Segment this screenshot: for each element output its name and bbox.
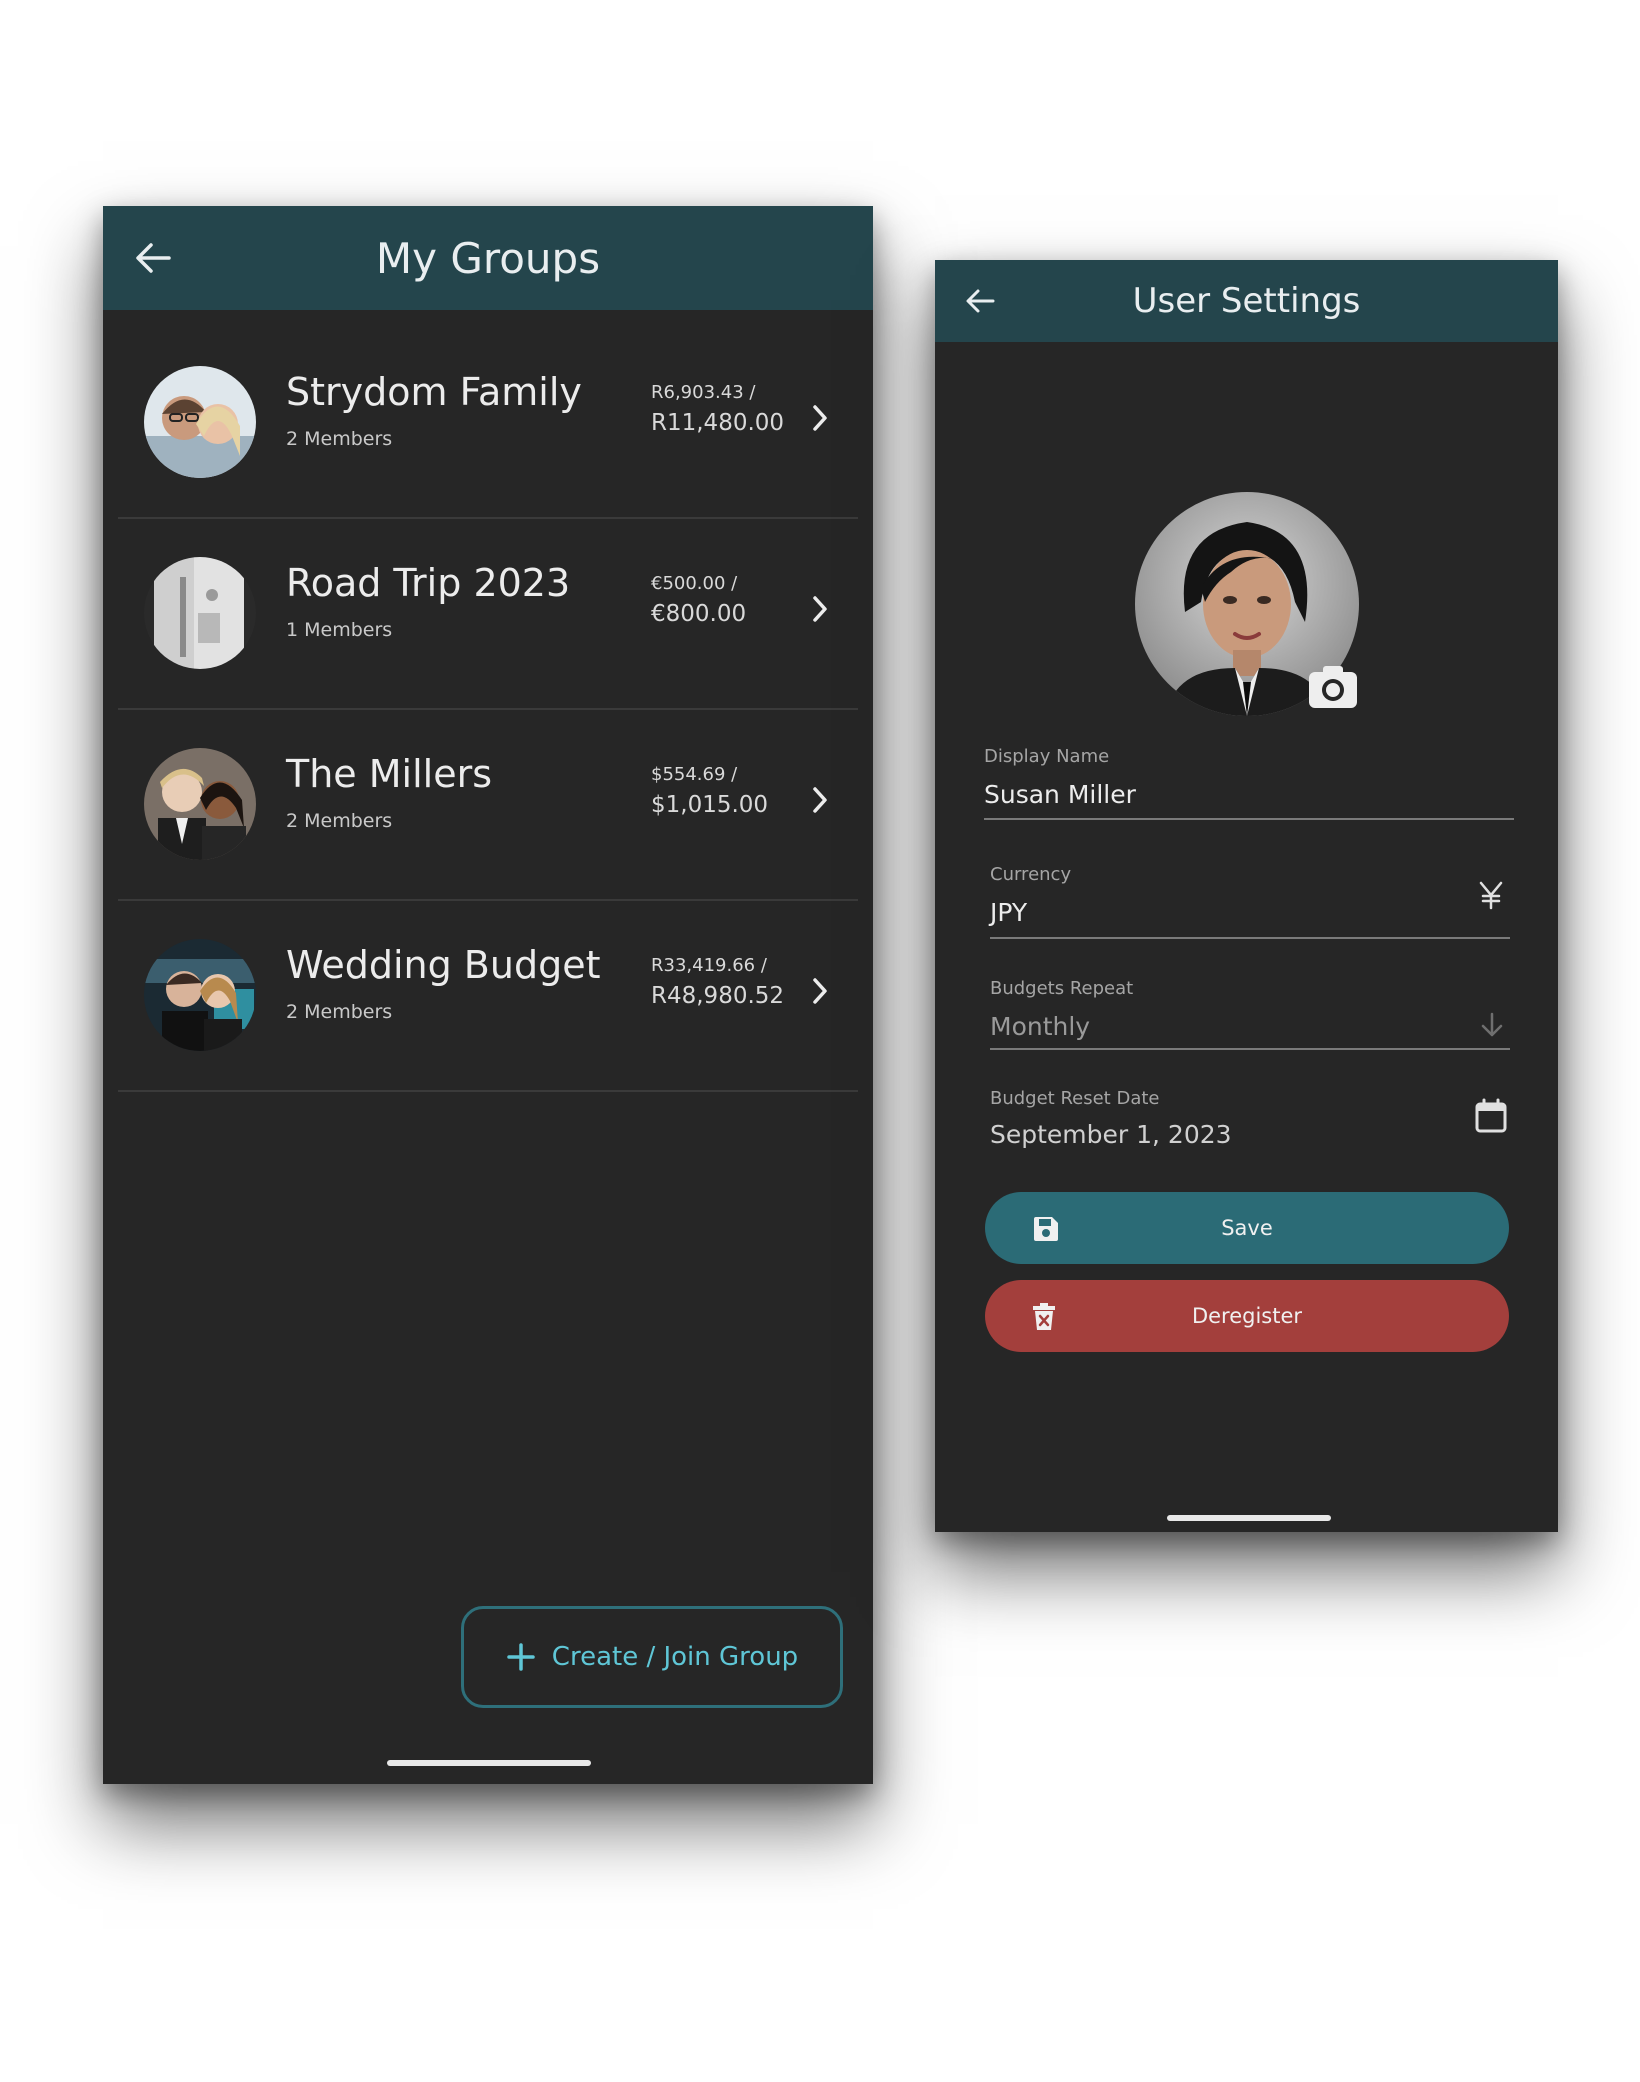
budgets-repeat-label: Budgets Repeat — [990, 978, 1134, 999]
group-budget-total: €800.00 — [651, 601, 747, 627]
deregister-button[interactable]: Deregister — [985, 1280, 1509, 1352]
back-arrow-icon[interactable] — [965, 288, 995, 314]
groups-top-bar: My Groups — [103, 206, 873, 310]
back-arrow-icon[interactable] — [135, 242, 171, 274]
budget-reset-date-field[interactable]: September 1, 2023 — [990, 1120, 1232, 1149]
group-spent-amount: $554.69 / — [651, 764, 738, 785]
group-avatar — [144, 939, 256, 1051]
currency-label: Currency — [990, 864, 1072, 885]
chevron-right-icon[interactable] — [811, 595, 829, 623]
budgets-repeat-select[interactable]: Monthly — [990, 1012, 1090, 1041]
arrow-down-icon[interactable] — [1479, 1011, 1505, 1039]
my-groups-screen: My Groups Strydom Family 2 Members R6,90… — [103, 206, 873, 1784]
group-budget-total: $1,015.00 — [651, 792, 769, 818]
group-row-the-millers[interactable]: The Millers 2 Members $554.69 / $1,015.0… — [118, 710, 858, 901]
page-title: My Groups — [375, 233, 601, 283]
group-member-count: 2 Members — [286, 428, 393, 450]
home-indicator[interactable] — [1167, 1515, 1331, 1521]
group-member-count: 1 Members — [286, 619, 393, 641]
group-member-count: 2 Members — [286, 810, 393, 832]
chevron-right-icon[interactable] — [811, 404, 829, 432]
calendar-icon[interactable] — [1474, 1098, 1508, 1134]
page-title: User Settings — [1132, 281, 1361, 321]
camera-icon[interactable] — [1307, 664, 1359, 710]
create-join-group-button[interactable]: Create / Join Group — [461, 1606, 843, 1708]
currency-underline — [990, 937, 1510, 939]
budgets-repeat-underline — [990, 1048, 1510, 1050]
group-budget-total: R11,480.00 — [651, 410, 785, 436]
group-budget-total: R48,980.52 — [651, 983, 785, 1009]
plus-icon — [507, 1643, 535, 1671]
group-row-strydom-family[interactable]: Strydom Family 2 Members R6,903.43 / R11… — [118, 328, 858, 519]
group-name: The Millers — [286, 752, 493, 796]
display-name-input[interactable]: Susan Miller — [984, 780, 1136, 809]
save-button-label: Save — [1221, 1216, 1273, 1240]
group-name: Wedding Budget — [286, 943, 601, 987]
yen-icon[interactable] — [1477, 880, 1505, 910]
group-avatar — [144, 557, 256, 669]
group-name: Road Trip 2023 — [286, 561, 571, 605]
user-settings-screen: User Settings Display Name Susan Miller … — [935, 260, 1558, 1532]
group-spent-amount: R33,419.66 / — [651, 955, 767, 976]
group-avatar — [144, 366, 256, 478]
group-avatar — [144, 748, 256, 860]
home-indicator[interactable] — [387, 1760, 591, 1766]
deregister-button-label: Deregister — [1191, 1304, 1303, 1328]
group-spent-amount: €500.00 / — [651, 573, 738, 594]
group-spent-amount: R6,903.43 / — [651, 382, 756, 403]
group-member-count: 2 Members — [286, 1001, 393, 1023]
group-name: Strydom Family — [286, 370, 582, 414]
budget-reset-date-label: Budget Reset Date — [990, 1088, 1160, 1109]
chevron-right-icon[interactable] — [811, 977, 829, 1005]
create-join-group-label: Create / Join Group — [551, 1642, 799, 1672]
display-name-label: Display Name — [984, 746, 1110, 767]
settings-top-bar: User Settings — [935, 260, 1558, 342]
currency-select[interactable]: JPY — [990, 898, 1027, 927]
save-button[interactable]: Save — [985, 1192, 1509, 1264]
chevron-right-icon[interactable] — [811, 786, 829, 814]
display-name-underline — [984, 818, 1514, 820]
group-row-wedding-budget[interactable]: Wedding Budget 2 Members R33,419.66 / R4… — [118, 901, 858, 1092]
group-row-road-trip-2023[interactable]: Road Trip 2023 1 Members €500.00 / €800.… — [118, 519, 858, 710]
